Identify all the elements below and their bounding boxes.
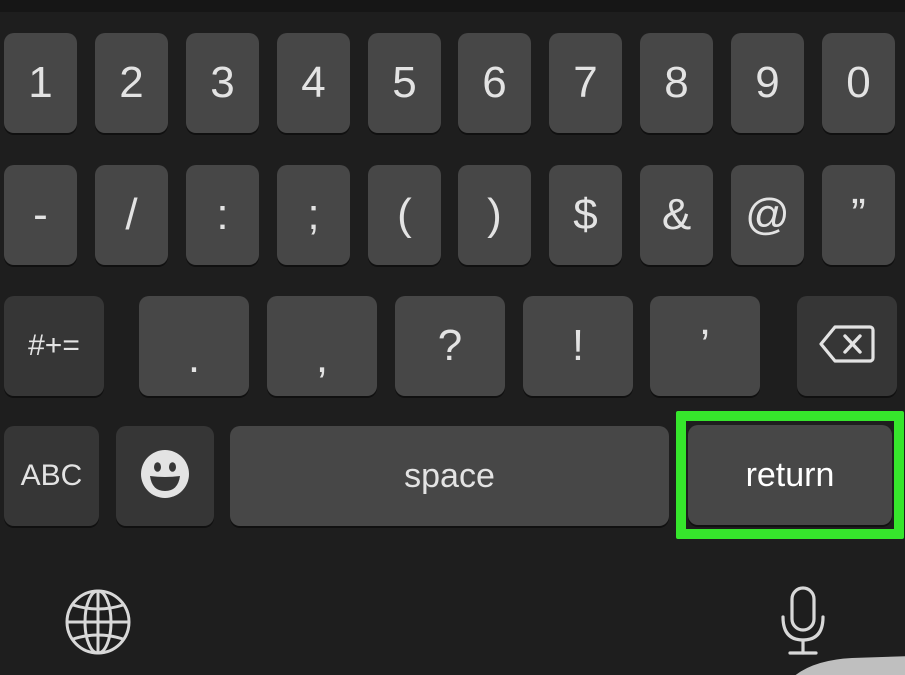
key-2[interactable]: 2	[95, 33, 168, 133]
key-7[interactable]: 7	[549, 33, 622, 133]
corner-decoration	[792, 648, 905, 675]
key-label: @	[745, 190, 790, 239]
globe-icon	[64, 588, 132, 661]
space-key[interactable]: space	[230, 426, 669, 526]
key-label: &	[661, 190, 692, 239]
key-5[interactable]: 5	[368, 33, 441, 133]
return-key[interactable]: return	[688, 425, 892, 525]
key-label: 3	[210, 58, 235, 107]
keyboard-top-edge	[0, 0, 905, 12]
key-label: 4	[301, 58, 326, 107]
key-hyphen[interactable]: -	[4, 165, 77, 265]
key-label: (	[397, 190, 412, 239]
key-label: /	[125, 190, 138, 239]
backspace-key[interactable]	[797, 296, 897, 396]
key-8[interactable]: 8	[640, 33, 713, 133]
key-label: 2	[119, 58, 144, 107]
key-label: 7	[573, 58, 598, 107]
key-at[interactable]: @	[731, 165, 804, 265]
key-open-paren[interactable]: (	[368, 165, 441, 265]
key-label: ;	[307, 190, 320, 239]
key-1[interactable]: 1	[4, 33, 77, 133]
key-9[interactable]: 9	[731, 33, 804, 133]
key-quote[interactable]: ”	[822, 165, 895, 265]
keyboard: 1 2 3 4 5 6 7 8 9 0 - / : ; ( ) $ & @ ” …	[0, 0, 905, 675]
key-ampersand[interactable]: &	[640, 165, 713, 265]
key-label: ’	[700, 321, 710, 370]
key-label: #+=	[28, 329, 80, 362]
key-label: -	[33, 190, 48, 239]
key-label: ”	[851, 190, 866, 239]
emoji-key[interactable]	[116, 426, 214, 526]
globe-button[interactable]	[62, 588, 134, 660]
key-label: .	[187, 333, 201, 382]
key-label: $	[573, 190, 598, 239]
key-0[interactable]: 0	[822, 33, 895, 133]
key-label: 6	[482, 58, 507, 107]
key-3[interactable]: 3	[186, 33, 259, 133]
key-label: ?	[437, 321, 463, 370]
key-semicolon[interactable]: ;	[277, 165, 350, 265]
key-label: !	[571, 321, 585, 370]
key-label: ,	[315, 333, 329, 382]
key-comma[interactable]: ,	[267, 296, 377, 396]
key-label: 9	[755, 58, 780, 107]
key-exclamation[interactable]: !	[523, 296, 633, 396]
key-label: ABC	[20, 459, 83, 492]
key-label: )	[487, 190, 502, 239]
key-question[interactable]: ?	[395, 296, 505, 396]
key-label: 8	[664, 58, 689, 107]
key-label: return	[745, 456, 835, 494]
emoji-icon	[140, 449, 190, 504]
key-6[interactable]: 6	[458, 33, 531, 133]
backspace-icon	[819, 324, 875, 369]
key-label: 0	[846, 58, 871, 107]
key-close-paren[interactable]: )	[458, 165, 531, 265]
key-dollar[interactable]: $	[549, 165, 622, 265]
key-label: 5	[392, 58, 417, 107]
key-label: 1	[28, 58, 53, 107]
key-apostrophe[interactable]: ’	[650, 296, 760, 396]
key-label: space	[404, 457, 495, 495]
key-4[interactable]: 4	[277, 33, 350, 133]
key-label: :	[216, 190, 229, 239]
key-colon[interactable]: :	[186, 165, 259, 265]
key-slash[interactable]: /	[95, 165, 168, 265]
abc-key[interactable]: ABC	[4, 426, 99, 526]
more-symbols-key[interactable]: #+=	[4, 296, 104, 396]
key-period[interactable]: .	[139, 296, 249, 396]
